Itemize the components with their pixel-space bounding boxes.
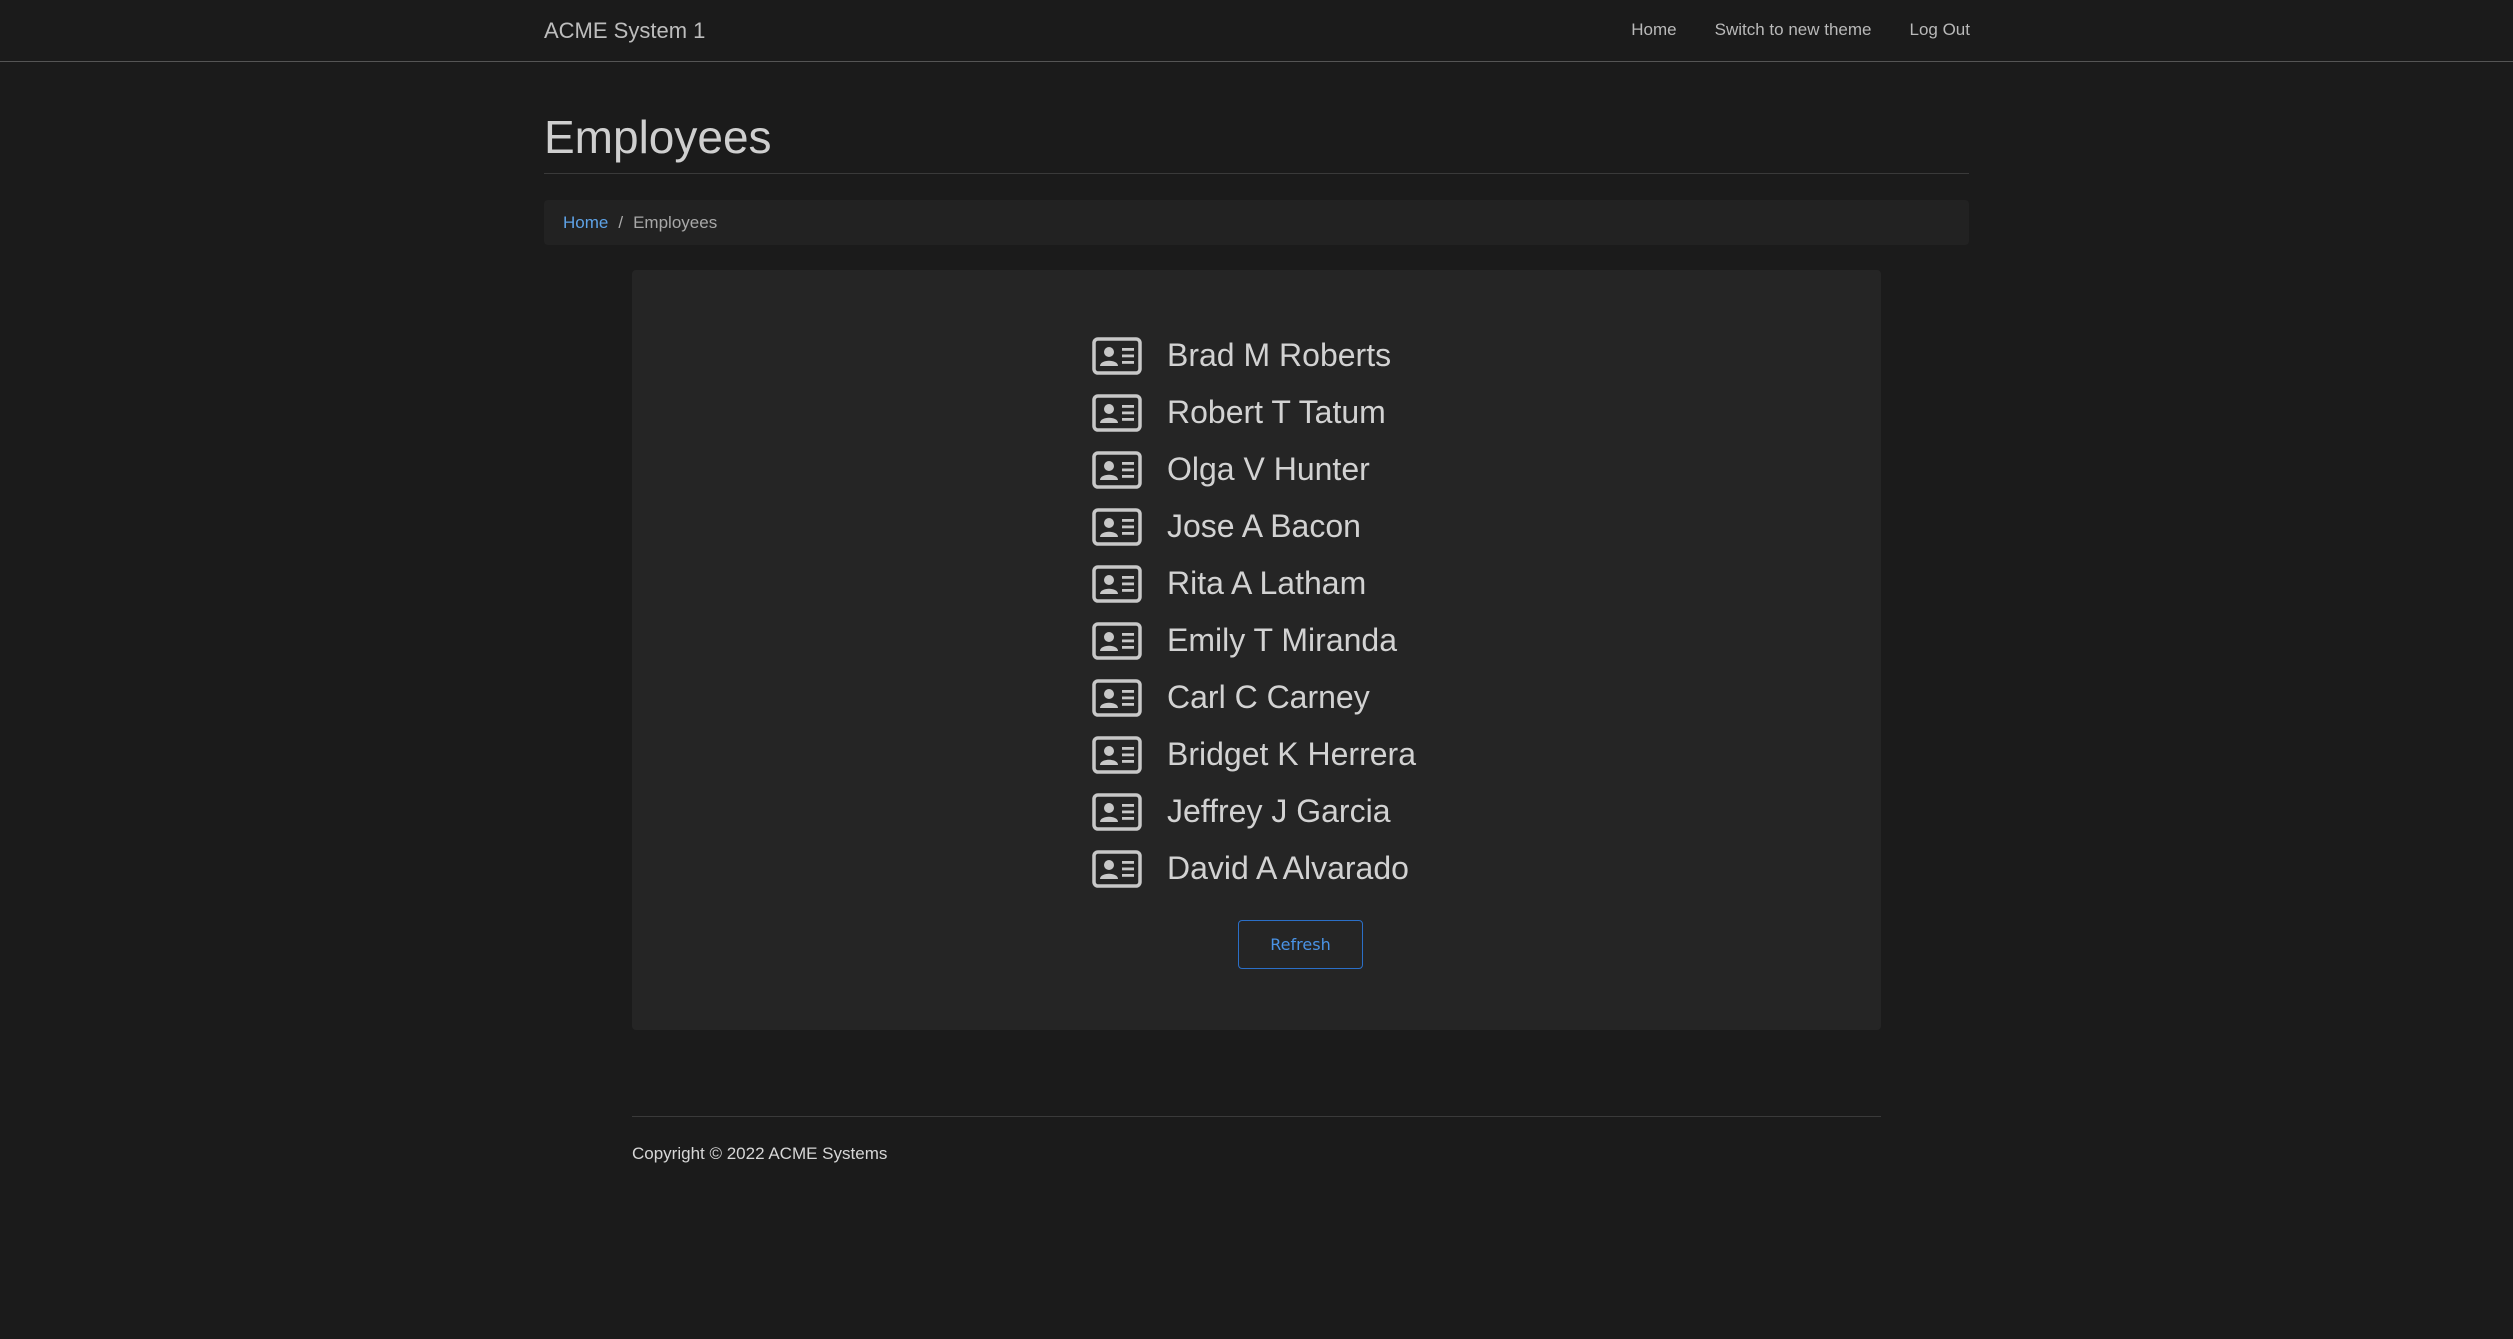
id-card-icon <box>1092 621 1142 660</box>
employee-name[interactable]: Jeffrey J Garcia <box>1167 793 1390 830</box>
employee-list-item[interactable]: Jeffrey J Garcia <box>1092 783 1416 840</box>
employee-name[interactable]: David A Alvarado <box>1167 850 1409 887</box>
employee-panel: Brad M Roberts Robert T Tatum Olga V Hunte… <box>632 270 1881 1030</box>
id-card-icon <box>1092 792 1142 831</box>
id-card-icon <box>1092 678 1142 717</box>
employee-list: Brad M Roberts Robert T Tatum Olga V Hunte… <box>1092 327 1416 897</box>
refresh-button[interactable]: Refresh <box>1238 920 1363 969</box>
id-card-icon <box>1092 507 1142 546</box>
employee-name[interactable]: Carl C Carney <box>1167 679 1370 716</box>
employee-name[interactable]: Robert T Tatum <box>1167 394 1386 431</box>
id-card-icon <box>1092 336 1142 375</box>
id-card-icon <box>1092 735 1142 774</box>
id-card-icon <box>1092 450 1142 489</box>
employee-list-item[interactable]: Brad M Roberts <box>1092 327 1416 384</box>
breadcrumb-current: Employees <box>633 212 718 232</box>
employee-list-item[interactable]: Robert T Tatum <box>1092 384 1416 441</box>
top-navbar: ACME System 1 Home Switch to new theme L… <box>0 0 2513 62</box>
page-title: Employees <box>544 111 772 163</box>
nav-links: Home Switch to new theme Log Out <box>1631 20 1970 40</box>
employee-list-item[interactable]: Emily T Miranda <box>1092 612 1416 669</box>
breadcrumb-home-link[interactable]: Home <box>563 213 608 233</box>
brand-title[interactable]: ACME System 1 <box>544 18 705 44</box>
employee-list-item[interactable]: David A Alvarado <box>1092 840 1416 897</box>
employee-name[interactable]: Emily T Miranda <box>1167 622 1397 659</box>
id-card-icon <box>1092 849 1142 888</box>
employee-name[interactable]: Bridget K Herrera <box>1167 736 1416 773</box>
employee-list-item[interactable]: Olga V Hunter <box>1092 441 1416 498</box>
employee-name[interactable]: Jose A Bacon <box>1167 508 1361 545</box>
employee-name[interactable]: Brad M Roberts <box>1167 337 1391 374</box>
breadcrumb-separator: / <box>618 212 624 232</box>
employee-list-item[interactable]: Jose A Bacon <box>1092 498 1416 555</box>
employee-name[interactable]: Olga V Hunter <box>1167 451 1370 488</box>
employee-list-item[interactable]: Carl C Carney <box>1092 669 1416 726</box>
footer-divider <box>632 1116 1881 1117</box>
employee-list-item[interactable]: Rita A Latham <box>1092 555 1416 612</box>
nav-home-link[interactable]: Home <box>1631 20 1676 40</box>
employee-list-item[interactable]: Bridget K Herrera <box>1092 726 1416 783</box>
id-card-icon <box>1092 393 1142 432</box>
title-divider <box>544 173 1969 174</box>
nav-switch-theme-link[interactable]: Switch to new theme <box>1715 20 1872 40</box>
nav-logout-link[interactable]: Log Out <box>1910 20 1971 40</box>
copyright-text: Copyright © 2022 ACME Systems <box>632 1144 888 1163</box>
employee-name[interactable]: Rita A Latham <box>1167 565 1366 602</box>
breadcrumb: Home / Employees <box>544 200 1969 245</box>
id-card-icon <box>1092 564 1142 603</box>
